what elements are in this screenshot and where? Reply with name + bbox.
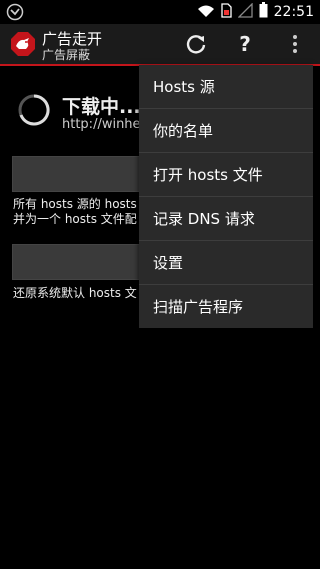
signal-icon — [237, 1, 253, 22]
download-note-line-1: 所有 hosts 源的 hosts — [13, 197, 137, 211]
loading-spinner-icon — [18, 94, 50, 126]
menu-item-hosts-sources[interactable]: Hosts 源 — [139, 65, 313, 109]
app-logo-icon — [10, 31, 36, 57]
overflow-menu-button[interactable] — [282, 31, 308, 57]
restore-note: 还原系统默认 hosts 文 — [13, 286, 137, 300]
wifi-icon — [197, 3, 215, 22]
sim-card-icon — [220, 2, 232, 22]
download-status-title: 下载中... — [62, 96, 141, 118]
notification-icon — [6, 3, 24, 25]
overflow-icon — [293, 35, 297, 53]
menu-item-settings[interactable]: 设置 — [139, 241, 313, 285]
download-note-line-2: 并为一个 hosts 文件配 — [13, 212, 137, 226]
menu-item-scan-adware[interactable]: 扫描广告程序 — [139, 285, 313, 328]
status-bar: 22:51 — [0, 0, 320, 24]
menu-item-log-dns-requests[interactable]: 记录 DNS 请求 — [139, 197, 313, 241]
refresh-button[interactable] — [183, 31, 209, 57]
overflow-menu: Hosts 源 你的名单 打开 hosts 文件 记录 DNS 请求 设置 扫描… — [139, 65, 313, 328]
clock: 22:51 — [273, 4, 314, 20]
menu-item-open-hosts-file[interactable]: 打开 hosts 文件 — [139, 153, 313, 197]
action-bar: 广告走开 广告屏蔽 ? — [0, 24, 320, 66]
menu-item-your-lists[interactable]: 你的名单 — [139, 109, 313, 153]
app-subtitle: 广告屏蔽 — [42, 48, 91, 62]
battery-icon — [259, 2, 268, 22]
help-button[interactable]: ? — [232, 31, 258, 57]
refresh-icon — [186, 35, 206, 54]
